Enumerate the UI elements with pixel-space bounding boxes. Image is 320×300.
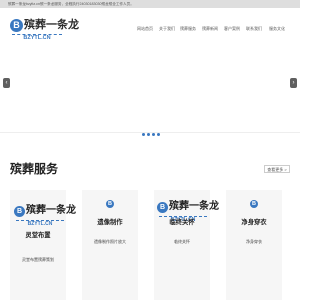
- card-desc: 灵堂布置殡葬策划: [22, 257, 54, 262]
- services-section-title: 殡葬服务: [10, 162, 59, 176]
- carousel-prev-button[interactable]: ‹: [3, 78, 10, 88]
- card-desc: 净身穿衣: [246, 239, 262, 244]
- nav-item-news[interactable]: 殡葬新闻: [200, 24, 220, 33]
- logo-title: 殡葬一条龙: [24, 19, 79, 31]
- service-card-2[interactable]: B 遗像制作 遗像制作照片放大: [82, 190, 138, 300]
- view-more-button[interactable]: 查看更多 >: [264, 165, 290, 173]
- service-card-1[interactable]: B 殡葬一条龙 BZYTL.CN 灵堂布置 灵堂布置殡葬策划: [10, 190, 76, 300]
- logo-b-icon: B: [10, 19, 23, 32]
- service-card-4[interactable]: B 净身穿衣 净身穿衣: [226, 190, 282, 300]
- announcement-text: 殡葬一条龙bzyltz.cn殡一条龙服务，全程执行24030183030殡龙殡全…: [8, 2, 134, 6]
- site-header: B 殡葬一条龙 BZYTL.CN 网站首页 关于我们 殡葬服务 殡葬新闻 客户案…: [0, 8, 300, 41]
- carousel-next-button[interactable]: ›: [290, 78, 297, 88]
- nav-item-home[interactable]: 网站首页: [134, 24, 156, 33]
- banner-carousel: [0, 39, 300, 132]
- card-logo: B 殡葬一条龙 BZYTL.CN: [14, 204, 76, 234]
- logo-b-icon: B: [14, 206, 25, 217]
- nav-item-culture[interactable]: 服务文化: [266, 24, 288, 33]
- nav-item-contact[interactable]: 联系我们: [244, 24, 264, 33]
- nav-item-about[interactable]: 关于我们: [158, 24, 176, 33]
- carousel-indicators: [142, 123, 162, 136]
- carousel-dot[interactable]: [152, 133, 155, 136]
- card-title: 临终关怀: [169, 219, 195, 226]
- top-announcement-bar: 殡葬一条龙bzyltz.cn殡一条龙服务，全程执行24030183030殡龙殡全…: [0, 0, 300, 8]
- card-logo-title: 殡葬一条龙: [169, 201, 219, 212]
- section-divider: [0, 132, 300, 133]
- carousel-dot[interactable]: [157, 133, 160, 136]
- carousel-dot[interactable]: [147, 133, 150, 136]
- card-title: 灵堂布置: [25, 232, 51, 239]
- logo-b-icon: B: [250, 200, 258, 208]
- card-title: 遗像制作: [97, 219, 123, 226]
- nav-item-cases[interactable]: 客户案例: [222, 24, 242, 33]
- card-desc: 遗像制作照片放大: [94, 239, 126, 244]
- carousel-dot[interactable]: [142, 133, 145, 136]
- card-logo-title: 殡葬一条龙: [26, 205, 76, 216]
- card-logo-subtitle: BZYTL.CN: [16, 220, 64, 227]
- card-desc: 临终关怀: [174, 239, 190, 244]
- logo-b-icon: B: [157, 202, 168, 213]
- nav-item-services[interactable]: 殡葬服务: [178, 24, 198, 33]
- service-card-3[interactable]: B 殡葬一条龙 BZYTL.CN 临终关怀 临终关怀: [154, 190, 219, 300]
- logo-b-icon: B: [106, 200, 114, 208]
- card-title: 净身穿衣: [241, 219, 267, 226]
